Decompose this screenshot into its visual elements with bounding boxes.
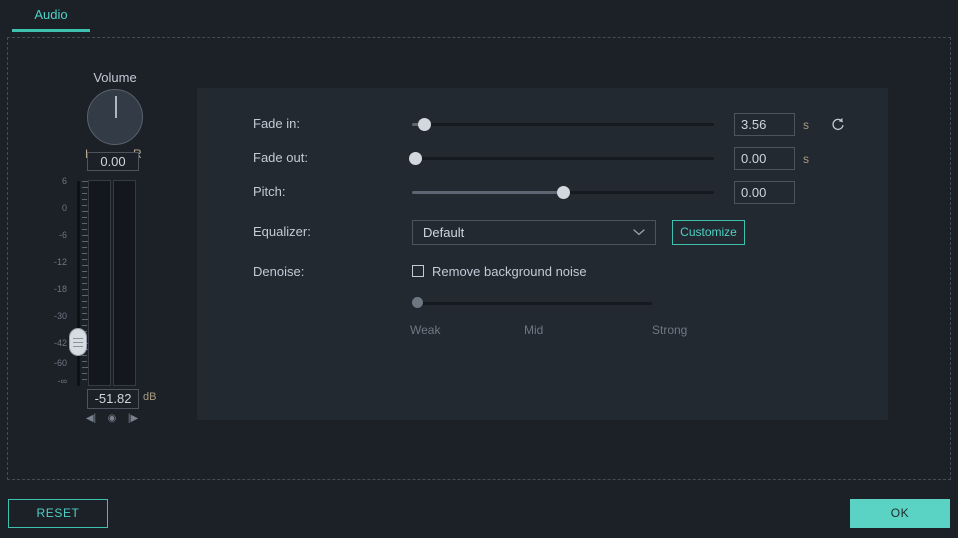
fader-ruler-tick bbox=[82, 217, 87, 218]
db-tick-label: -6 bbox=[58, 230, 67, 240]
fader-ruler-tick bbox=[82, 373, 87, 374]
fader-ruler-tick bbox=[82, 379, 87, 380]
volume-meter-area: 6 0 -6 -12 -18 -30 -42 -60 -∞ -51.82 dB ◀| ◉ |▶ bbox=[45, 176, 160, 428]
pitch-label: Pitch: bbox=[253, 184, 286, 199]
denoise-scale-weak: Weak bbox=[410, 323, 441, 337]
fade-in-input[interactable]: 3.56 bbox=[734, 113, 795, 136]
reset-circular-arrow-icon[interactable] bbox=[829, 115, 847, 133]
db-tick-label: -∞ bbox=[57, 376, 67, 386]
denoise-label: Denoise: bbox=[253, 264, 305, 279]
fade-in-slider[interactable] bbox=[412, 117, 714, 131]
ok-button[interactable]: OK bbox=[850, 499, 950, 528]
pitch-slider[interactable] bbox=[412, 185, 714, 199]
fade-out-label: Fade out: bbox=[253, 150, 308, 165]
fade-out-input[interactable]: 0.00 bbox=[734, 147, 795, 170]
fade-in-slider-handle[interactable] bbox=[418, 118, 431, 131]
equalizer-label: Equalizer: bbox=[253, 224, 311, 239]
reset-button[interactable]: RESET bbox=[8, 499, 108, 528]
db-tick-label: -42 bbox=[53, 338, 67, 348]
pan-value-input[interactable]: 0.00 bbox=[87, 152, 139, 171]
level-meter-left bbox=[88, 180, 111, 386]
fade-in-slider-track bbox=[412, 123, 714, 126]
customize-button[interactable]: Customize bbox=[672, 220, 745, 245]
knob-indicator-icon bbox=[115, 96, 117, 118]
fader-ruler-tick bbox=[82, 325, 87, 326]
denoise-slider-track bbox=[412, 302, 652, 305]
db-tick-label: -12 bbox=[53, 257, 67, 267]
denoise-scale-mid: Mid bbox=[524, 323, 544, 337]
keyframe-nav: ◀| ◉ |▶ bbox=[83, 412, 143, 428]
denoise-scale-strong: Strong bbox=[652, 323, 688, 337]
fader-ruler-tick bbox=[82, 277, 87, 278]
level-meter-right bbox=[113, 180, 136, 386]
dialog-footer: RESET OK bbox=[0, 486, 958, 538]
fader-ruler-tick bbox=[82, 205, 87, 206]
tab-audio-label: Audio bbox=[34, 7, 68, 22]
pitch-input[interactable]: 0.00 bbox=[734, 181, 795, 204]
fader-ruler-tick bbox=[82, 283, 87, 284]
equalizer-selected-value: Default bbox=[423, 225, 465, 240]
fader-ruler-tick bbox=[82, 307, 87, 308]
volume-fader-handle[interactable] bbox=[69, 328, 87, 356]
equalizer-dropdown[interactable]: Default bbox=[412, 220, 656, 245]
tab-active-underline bbox=[12, 29, 90, 32]
fader-ruler-tick bbox=[82, 229, 87, 230]
fader-ruler-tick bbox=[82, 301, 87, 302]
audio-settings-panel: Fade in: 3.56 s Fade out: 0.00 s Pitch: … bbox=[197, 88, 888, 420]
fade-out-slider-track bbox=[412, 157, 714, 160]
next-keyframe-icon[interactable]: |▶ bbox=[125, 412, 141, 426]
prev-keyframe-icon[interactable]: ◀| bbox=[83, 412, 99, 426]
tab-bar: Audio bbox=[0, 0, 958, 33]
fade-out-slider-handle[interactable] bbox=[409, 152, 422, 165]
denoise-slider-handle[interactable] bbox=[412, 297, 423, 308]
db-tick-label: -60 bbox=[53, 358, 67, 368]
fader-grip-line bbox=[73, 346, 83, 347]
db-tick-label: -30 bbox=[53, 311, 67, 321]
db-tick-label: -18 bbox=[53, 284, 67, 294]
fader-ruler-tick bbox=[82, 247, 87, 248]
chevron-down-icon bbox=[633, 221, 645, 244]
keyframe-marker-icon[interactable]: ◉ bbox=[104, 412, 120, 426]
fader-ruler-tick bbox=[82, 361, 87, 362]
fade-out-unit: s bbox=[803, 152, 809, 166]
fader-ruler-tick bbox=[82, 253, 87, 254]
fade-in-label: Fade in: bbox=[253, 116, 300, 131]
fader-ruler-tick bbox=[82, 313, 87, 314]
pan-knob[interactable] bbox=[87, 89, 143, 145]
volume-db-input[interactable]: -51.82 bbox=[87, 389, 139, 409]
volume-title: Volume bbox=[93, 70, 137, 85]
volume-db-unit: dB bbox=[143, 391, 157, 403]
fader-ruler-tick bbox=[82, 271, 87, 272]
fader-ruler-tick bbox=[82, 199, 87, 200]
fader-ruler-tick bbox=[82, 259, 87, 260]
pitch-slider-handle[interactable] bbox=[557, 186, 570, 199]
fader-grip-line bbox=[73, 342, 83, 343]
fade-in-unit: s bbox=[803, 118, 809, 132]
remove-background-noise-checkbox[interactable] bbox=[412, 265, 424, 277]
fader-ruler-tick bbox=[82, 193, 87, 194]
fader-grip-line bbox=[73, 338, 83, 339]
fade-out-slider[interactable] bbox=[409, 151, 714, 165]
tab-audio[interactable]: Audio bbox=[12, 4, 90, 32]
remove-background-noise-label: Remove background noise bbox=[432, 264, 587, 279]
fader-ruler-tick bbox=[82, 355, 87, 356]
pitch-slider-fill bbox=[412, 191, 563, 194]
db-tick-label: 6 bbox=[61, 176, 67, 186]
fader-ruler-tick bbox=[82, 223, 87, 224]
denoise-level-slider[interactable] bbox=[412, 297, 652, 310]
db-tick-label: 0 bbox=[61, 203, 67, 213]
